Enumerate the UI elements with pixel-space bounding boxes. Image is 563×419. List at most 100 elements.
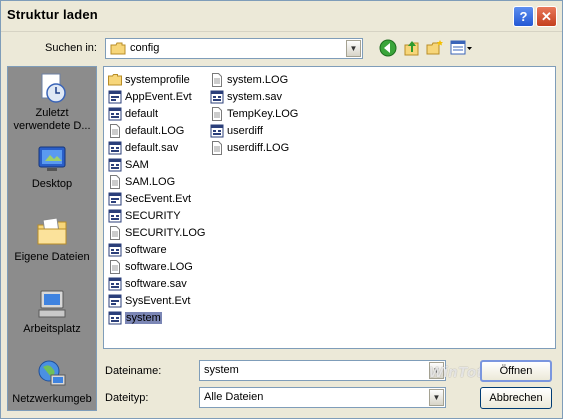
file-column-1: systemprofile AppEvent.Evt default default.…	[108, 71, 206, 326]
close-icon: ✕	[541, 8, 552, 24]
chevron-down-icon[interactable]: ▼	[346, 40, 361, 57]
folder-icon	[110, 42, 126, 55]
file-item[interactable]: SecEvent.Evt	[108, 190, 206, 207]
places-bar: Zuletzt verwendete D... Desktop Eigene D…	[7, 66, 97, 411]
file-item[interactable]: userdiff.LOG	[210, 139, 298, 156]
file-item[interactable]: default.sav	[108, 139, 206, 156]
filename-label: Dateiname:	[105, 365, 162, 377]
event-file-icon	[108, 90, 125, 104]
file-item[interactable]: system.LOG	[210, 71, 298, 88]
file-item[interactable]: SECURITY	[108, 207, 206, 224]
desktop-icon	[38, 146, 66, 171]
open-dialog-window: Struktur laden ? ✕ Suchen in: config ▼ Z…	[0, 0, 563, 419]
file-item[interactable]: userdiff	[210, 122, 298, 139]
file-item[interactable]: software	[108, 241, 206, 258]
lookin-value: config	[130, 42, 160, 54]
file-item[interactable]: system	[108, 309, 206, 326]
registry-file-icon	[108, 243, 125, 257]
text-file-icon	[108, 174, 125, 189]
registry-file-icon	[108, 158, 125, 172]
close-button[interactable]: ✕	[536, 6, 557, 27]
filename-input[interactable]: system ▼	[199, 360, 446, 381]
recent-documents-icon	[41, 73, 66, 103]
my-computer-icon	[38, 290, 66, 318]
place-network[interactable]: Netzwerkumgeb	[8, 357, 96, 406]
file-name: software	[125, 243, 167, 256]
view-menu-icon[interactable]	[449, 38, 473, 58]
file-item[interactable]: SECURITY.LOG	[108, 224, 206, 241]
file-name: SECURITY	[125, 209, 181, 222]
event-file-icon	[108, 294, 125, 308]
chevron-down-icon[interactable]: ▼	[429, 389, 444, 406]
open-button[interactable]: Öffnen	[480, 360, 552, 382]
help-button[interactable]: ?	[513, 6, 534, 27]
file-column-2: system.LOG system.sav TempKey.LOG userdiff u…	[210, 71, 298, 156]
file-name: SAM.LOG	[125, 175, 176, 188]
registry-file-icon	[108, 277, 125, 291]
file-item[interactable]: software.LOG	[108, 258, 206, 275]
registry-file-icon	[108, 209, 125, 223]
my-documents-icon	[37, 217, 67, 245]
file-name: default	[125, 107, 159, 120]
filename-value: system	[204, 364, 239, 376]
file-item[interactable]: SAM	[108, 156, 206, 173]
file-item[interactable]: default	[108, 105, 206, 122]
file-item[interactable]: SAM.LOG	[108, 173, 206, 190]
file-name: userdiff.LOG	[227, 141, 290, 154]
place-label: Desktop	[31, 178, 73, 190]
place-recent[interactable]: Zuletzt verwendete D...	[8, 71, 96, 133]
lookin-dropdown[interactable]: config ▼	[105, 38, 363, 59]
text-file-icon	[108, 123, 125, 138]
registry-file-icon	[108, 311, 125, 325]
file-name: userdiff	[227, 124, 263, 137]
cancel-button[interactable]: Abbrechen	[480, 387, 552, 409]
registry-file-icon	[210, 90, 227, 104]
file-item[interactable]: SysEvent.Evt	[108, 292, 206, 309]
file-name: SysEvent.Evt	[125, 294, 191, 307]
file-item[interactable]: software.sav	[108, 275, 206, 292]
registry-file-icon	[210, 124, 227, 138]
back-icon[interactable]	[378, 38, 398, 58]
file-item[interactable]: TempKey.LOG	[210, 105, 298, 122]
cancel-button-label: Abbrechen	[489, 392, 543, 404]
file-item[interactable]: default.LOG	[108, 122, 206, 139]
folder-icon	[108, 73, 125, 87]
file-name: software.LOG	[125, 260, 193, 273]
file-name: default.LOG	[125, 124, 185, 137]
place-my-documents[interactable]: Eigene Dateien	[8, 215, 96, 264]
file-list[interactable]: systemprofile AppEvent.Evt default default.…	[103, 66, 556, 349]
filetype-value: Alle Dateien	[204, 391, 264, 403]
text-file-icon	[108, 259, 125, 274]
event-file-icon	[108, 192, 125, 206]
place-desktop[interactable]: Desktop	[8, 142, 96, 191]
file-name: systemprofile	[125, 73, 190, 86]
registry-file-icon	[108, 107, 125, 121]
file-name: TempKey.LOG	[227, 107, 299, 120]
file-name: SECURITY.LOG	[125, 226, 206, 239]
place-label: Zuletzt verwendete D...	[13, 107, 91, 132]
place-label: Eigene Dateien	[14, 251, 90, 263]
new-folder-icon[interactable]	[425, 38, 445, 58]
open-button-label: Öffnen	[499, 365, 533, 377]
file-name: AppEvent.Evt	[125, 90, 192, 103]
file-item[interactable]: AppEvent.Evt	[108, 88, 206, 105]
filetype-dropdown[interactable]: Alle Dateien ▼	[199, 387, 446, 408]
file-name: system	[125, 311, 162, 324]
place-label: Arbeitsplatz	[23, 323, 81, 335]
file-name: SecEvent.Evt	[125, 192, 192, 205]
text-file-icon	[108, 225, 125, 240]
window-title: Struktur laden	[7, 7, 98, 22]
file-item[interactable]: systemprofile	[108, 71, 206, 88]
file-item[interactable]: system.sav	[210, 88, 298, 105]
lookin-label: Suchen in:	[45, 42, 97, 54]
file-name: system.sav	[227, 90, 283, 103]
up-folder-icon[interactable]	[402, 38, 422, 58]
file-name: default.sav	[125, 141, 179, 154]
place-label: Netzwerkumgeb	[12, 393, 92, 405]
file-name: software.sav	[125, 277, 187, 290]
file-name: system.LOG	[227, 73, 289, 86]
help-icon: ?	[519, 9, 528, 24]
registry-file-icon	[108, 141, 125, 155]
place-my-computer[interactable]: Arbeitsplatz	[8, 287, 96, 336]
title-bar[interactable]: Struktur laden ? ✕	[1, 1, 562, 32]
